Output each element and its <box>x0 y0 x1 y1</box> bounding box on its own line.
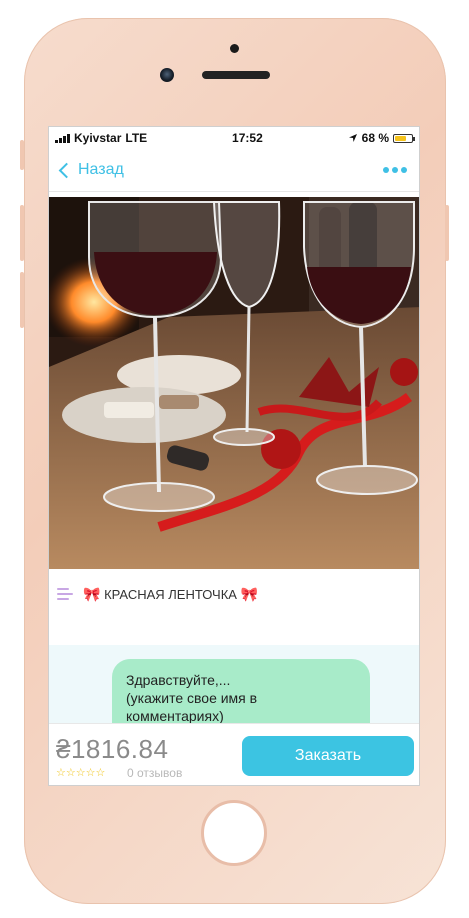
mute-switch <box>20 140 24 170</box>
product-photo <box>49 197 419 569</box>
wine-glasses-image <box>49 197 419 569</box>
phone-screen: Kyivstar LTE 17:52 68 % Назад 🎀 КРАСНАЯ … <box>48 126 420 786</box>
purchase-bar: ₴1816.84 ☆☆☆☆☆ 0 отзывов Заказать <box>49 723 419 785</box>
location-icon <box>348 134 357 142</box>
chevron-left-icon <box>58 162 75 178</box>
back-label: Назад <box>78 161 124 178</box>
comment-area: Здравствуйте,... (укажите свое имя в ком… <box>49 645 419 749</box>
signal-icon <box>55 133 70 143</box>
back-button[interactable]: Назад <box>57 161 124 179</box>
battery-icon <box>393 133 415 143</box>
reviews-count[interactable]: 0 отзывов <box>127 766 182 780</box>
earpiece-speaker <box>202 71 270 79</box>
front-camera <box>160 68 174 82</box>
bow-emoji-right: 🎀 <box>240 585 259 602</box>
volume-up-button <box>20 205 24 261</box>
status-bar: Kyivstar LTE 17:52 68 % <box>49 127 419 149</box>
order-button[interactable]: Заказать <box>242 736 414 776</box>
navigation-bar: Назад <box>49 149 419 192</box>
menu-lines-icon <box>57 588 73 600</box>
power-button <box>445 205 449 261</box>
rating-stars: ☆☆☆☆☆ <box>56 767 106 779</box>
battery-percent: 68 % <box>361 131 389 145</box>
clock: 17:52 <box>232 131 263 145</box>
more-options-icon[interactable] <box>383 167 407 173</box>
carrier-name: Kyivstar <box>74 131 122 145</box>
volume-down-button <box>20 272 24 328</box>
proximity-sensor <box>230 44 239 53</box>
battery-fill <box>395 135 406 141</box>
product-title: КРАСНАЯ ЛЕНТОЧКА <box>104 586 237 602</box>
network-type: LTE <box>125 131 148 145</box>
home-button[interactable] <box>201 800 267 866</box>
bow-emoji-left: 🎀 <box>83 585 101 602</box>
product-title-row: 🎀 КРАСНАЯ ЛЕНТОЧКА 🎀 <box>49 575 419 613</box>
price: ₴1816.84 <box>56 734 169 764</box>
